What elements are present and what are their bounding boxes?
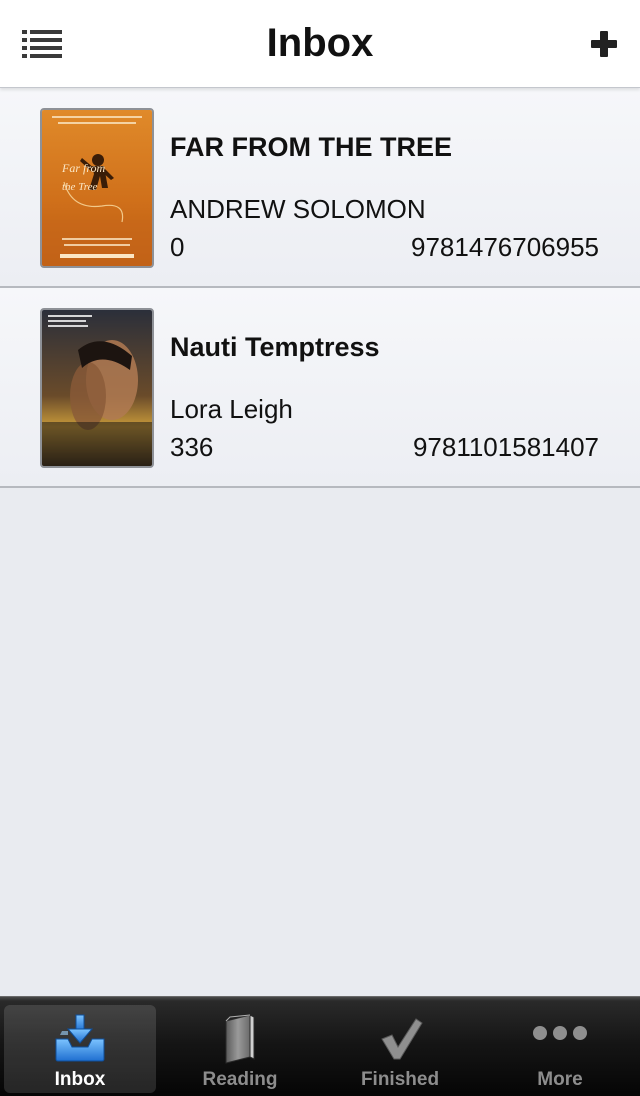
tab-finished[interactable]: Finished <box>320 997 480 1096</box>
book-isbn: 9781101581407 <box>412 432 599 462</box>
tab-label: Inbox <box>54 1069 106 1090</box>
page-title: Inbox <box>266 21 374 65</box>
book-icon <box>210 1011 270 1065</box>
tab-bar: Inbox Reading Finished More <box>0 996 640 1096</box>
tab-more[interactable]: More <box>480 997 640 1096</box>
tab-label: Finished <box>360 1069 440 1090</box>
svg-text:the Tree: the Tree <box>62 181 97 193</box>
svg-text:Far from: Far from <box>61 161 106 175</box>
book-isbn: 9781476706955 <box>411 232 599 262</box>
plus-icon[interactable] <box>582 20 626 68</box>
book-author: ANDREW SOLOMON <box>170 194 426 224</box>
tab-reading[interactable]: Reading <box>160 997 320 1096</box>
inbox-tray-icon <box>50 1011 110 1065</box>
book-pages: 0 <box>170 232 185 262</box>
checkmark-icon <box>370 1011 430 1065</box>
book-cover-far-from-the-tree: Far from the Tree <box>40 108 154 268</box>
tab-label: Reading <box>202 1069 278 1090</box>
book-row[interactable]: Far from the Tree FAR FROM THE TREE ANDR… <box>0 88 640 288</box>
nav-bar: Inbox <box>0 0 640 88</box>
book-title: Nauti Temptress <box>170 332 380 362</box>
tab-label: More <box>537 1069 583 1090</box>
book-pages: 336 <box>170 432 214 462</box>
book-list: Far from the Tree FAR FROM THE TREE ANDR… <box>0 88 640 488</box>
book-author: Lora Leigh <box>170 394 293 424</box>
more-dots-icon <box>530 1011 590 1065</box>
book-cover-nauti-temptress <box>40 308 154 468</box>
tab-inbox[interactable]: Inbox <box>0 997 160 1096</box>
book-title: FAR FROM THE TREE <box>170 132 452 162</box>
book-row[interactable]: Nauti Temptress Lora Leigh 336 978110158… <box>0 288 640 488</box>
